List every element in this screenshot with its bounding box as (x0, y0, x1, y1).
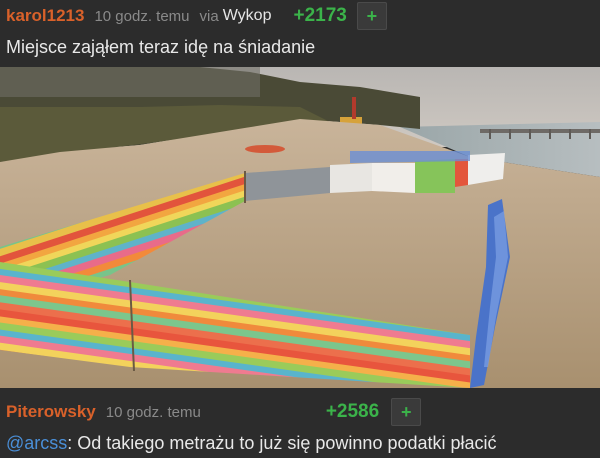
beach-photo[interactable] (0, 67, 600, 388)
comment-text: Miejsce zająłem teraz idę na śniadanie (6, 37, 316, 57)
timestamp: 10 godz. temu (94, 7, 190, 25)
comment-text-content: : Od takiego metrażu to już się powinno … (67, 433, 497, 453)
via-source-link[interactable]: Wykop (223, 7, 272, 25)
upvote-button[interactable]: + (356, 2, 387, 30)
comment-text: @arcss: Od takiego metrażu to już się po… (6, 433, 497, 454)
username[interactable]: karol1213 (6, 6, 84, 26)
via-label: via (199, 7, 219, 25)
username[interactable]: Piterowsky (6, 402, 96, 422)
timestamp: 10 godz. temu (105, 403, 201, 421)
comment-header: karol1213 10 godz. temu via Wykop +2173 … (0, 0, 600, 32)
comment-header: Piterowsky 10 godz. temu +2586 + (0, 396, 600, 428)
vote-count: +2173 (293, 5, 347, 26)
upvote-button[interactable]: + (391, 398, 422, 426)
vote-count: +2586 (325, 401, 380, 422)
user-mention-link[interactable]: @arcss (6, 433, 67, 453)
